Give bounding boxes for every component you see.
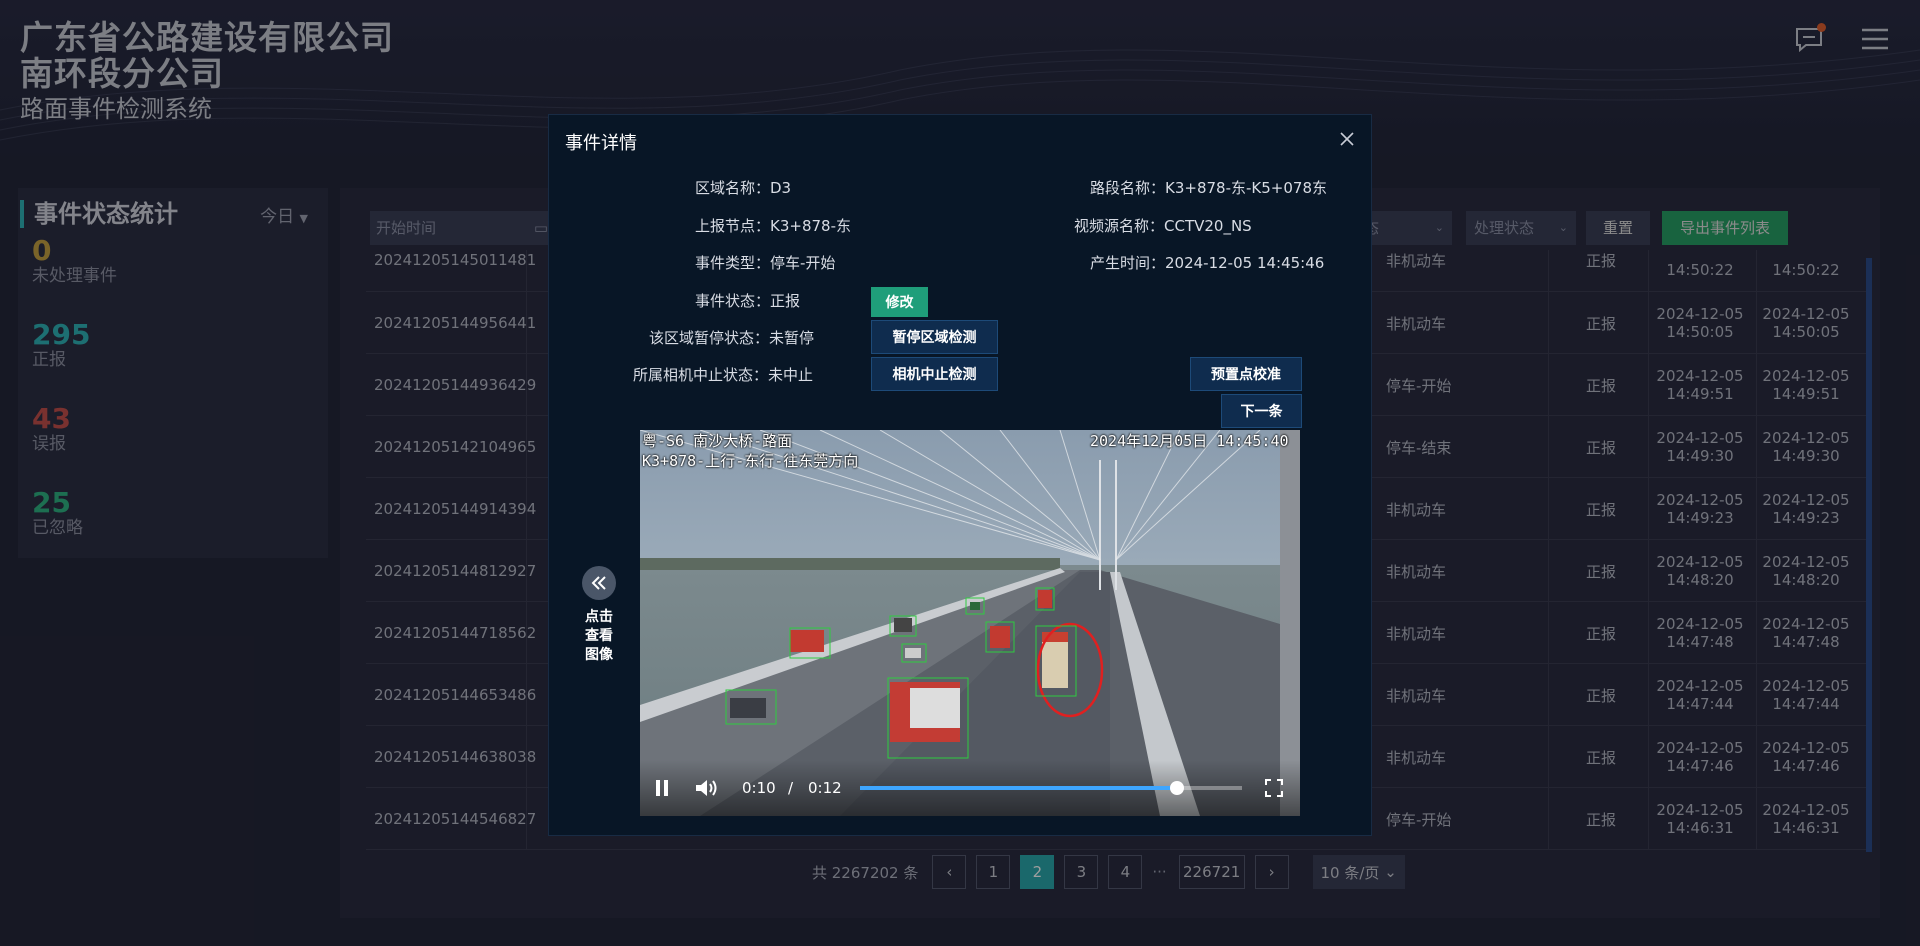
camera-stop-status: 所属相机中止状态：未中止 xyxy=(633,366,814,384)
pause-icon[interactable] xyxy=(652,777,672,799)
video-progress-track[interactable] xyxy=(860,781,1242,795)
view-image-label: 点击查看图像 xyxy=(585,609,613,663)
video-duration: 0:12 xyxy=(808,779,842,797)
preset-calibration-button[interactable]: 预置点校准 xyxy=(1190,357,1302,391)
road-name: 路段名称：K3+878-东-K5+078东 xyxy=(1090,179,1327,197)
generated-time: 产生时间：2024-12-05 14:45:46 xyxy=(1090,254,1325,272)
camera-scene xyxy=(640,430,1300,816)
osd-direction: K3+878-上行-东行-往东莞方向 xyxy=(642,452,859,470)
next-event-button[interactable]: 下一条 xyxy=(1221,394,1302,428)
modal-title: 事件详情 xyxy=(565,133,637,154)
osd-datetime: 2024年12月05日 14:45:40 xyxy=(1090,432,1289,450)
area-name: 区域名称：D3 xyxy=(695,179,792,197)
pause-area-detection-button[interactable]: 暂停区域检测 xyxy=(871,320,998,354)
modify-button[interactable]: 修改 xyxy=(871,287,928,317)
event-status: 事件状态：正报 xyxy=(695,292,801,310)
video-progress-handle[interactable] xyxy=(1170,781,1185,795)
event-video-player[interactable]: 粤-S6 南沙大桥-路面 K3+878-上行-东行-往东莞方向 2024年12月… xyxy=(640,430,1300,816)
video-time-separator: / xyxy=(788,779,794,797)
fullscreen-icon[interactable] xyxy=(1264,778,1284,798)
close-icon[interactable] xyxy=(1337,129,1357,149)
video-source-name: 视频源名称：CCTV20_NS xyxy=(1074,217,1252,235)
report-node: 上报节点：K3+878-东 xyxy=(695,217,851,235)
video-progress-fill xyxy=(860,786,1178,790)
osd-location: 粤-S6 南沙大桥-路面 xyxy=(642,432,793,450)
area-pause-status: 该区域暂停状态：未暂停 xyxy=(649,329,815,347)
video-current-time: 0:10 xyxy=(742,779,776,797)
stop-camera-detection-button[interactable]: 相机中止检测 xyxy=(871,357,998,391)
volume-icon[interactable] xyxy=(694,777,720,799)
video-controls: 0:10 / 0:12 xyxy=(640,760,1300,816)
event-type: 事件类型：停车-开始 xyxy=(695,254,836,272)
double-chevron-left-icon xyxy=(582,566,616,600)
view-image-toggle[interactable]: 点击查看图像 xyxy=(580,566,618,665)
